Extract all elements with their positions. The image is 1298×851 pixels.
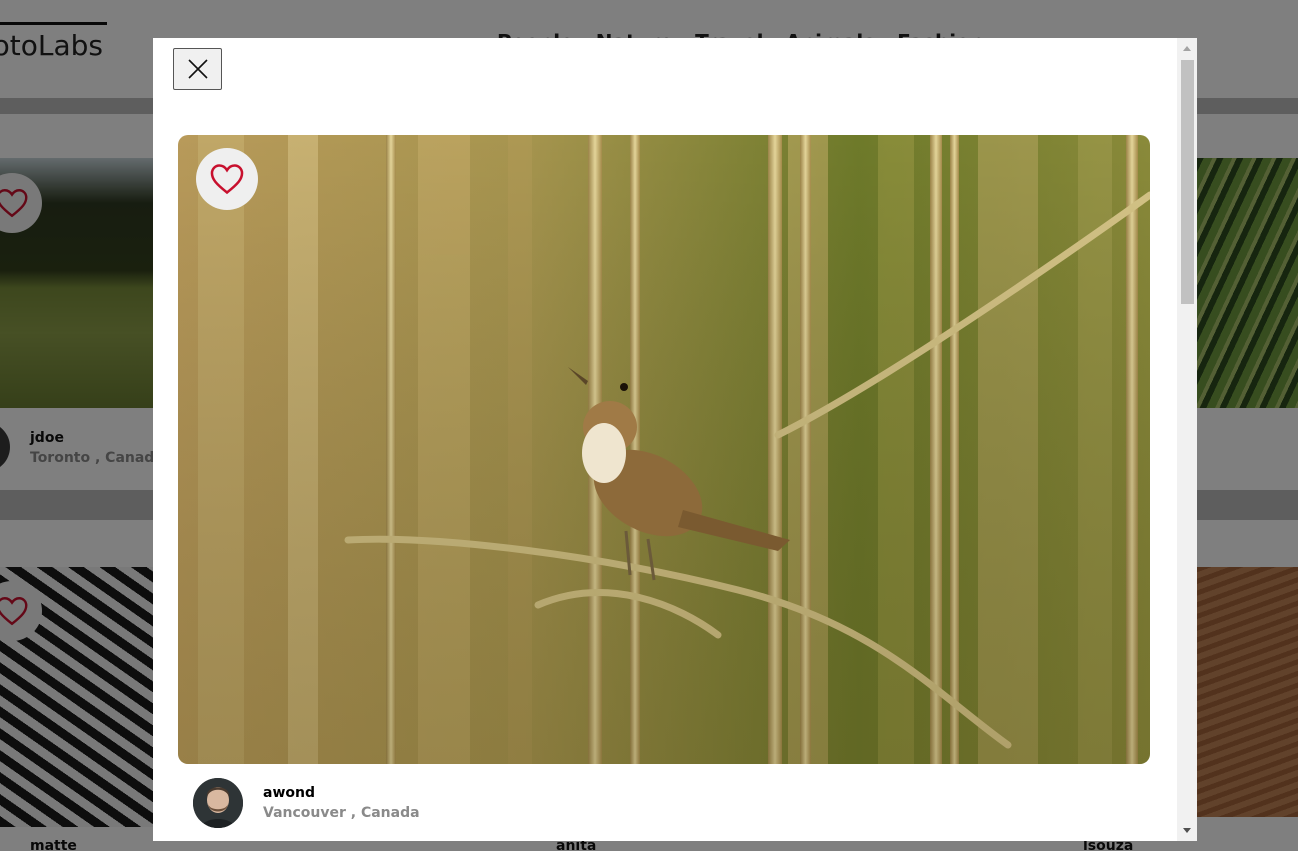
author-username: awond: [263, 785, 315, 801]
scroll-down-arrow[interactable]: [1177, 822, 1197, 839]
photo-details-modal: awond Vancouver , Canada: [153, 38, 1197, 841]
author-location: Vancouver , Canada: [263, 805, 420, 821]
chevron-up-icon: [1183, 46, 1191, 51]
avatar: [193, 778, 243, 828]
favourite-button[interactable]: [196, 148, 258, 210]
close-button[interactable]: [173, 48, 222, 90]
modal-scrollbar[interactable]: [1177, 38, 1197, 841]
selected-photo: [178, 135, 1150, 764]
close-icon: [187, 59, 208, 79]
scroll-up-arrow[interactable]: [1177, 40, 1197, 57]
heart-outline-icon: [210, 164, 244, 195]
photo-author: awond Vancouver , Canada: [193, 778, 420, 828]
scrollbar-thumb[interactable]: [1181, 60, 1194, 304]
chevron-down-icon: [1183, 828, 1191, 833]
